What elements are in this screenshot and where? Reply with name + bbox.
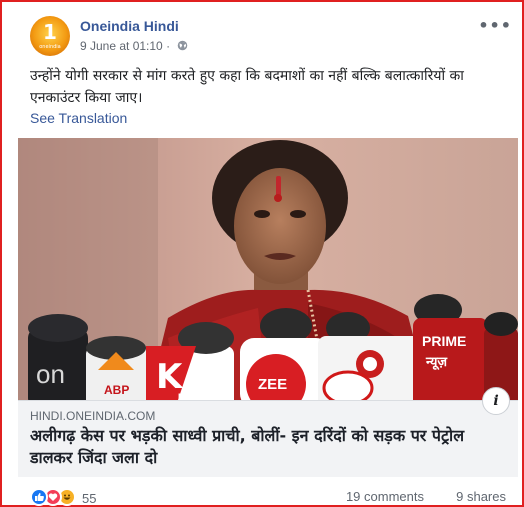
page-name-link[interactable]: Oneindia Hindi [80, 18, 179, 34]
like-icon [30, 488, 48, 506]
info-icon[interactable]: i [482, 387, 510, 415]
page-avatar[interactable]: 1 oneindia [30, 16, 70, 56]
link-domain: HINDI.ONEINDIA.COM [30, 409, 156, 423]
post-photo[interactable]: on ABP K NEWS ZEE PRIME न्यूज़ [18, 138, 518, 400]
avatar-number: 1 [43, 20, 57, 44]
link-preview[interactable]: i HINDI.ONEINDIA.COM अलीगढ़ केस पर भड़की… [18, 387, 518, 477]
post-header: 1 oneindia Oneindia Hindi 9 June at 01:1… [30, 16, 514, 56]
avatar-brand-text: oneindia [39, 44, 61, 50]
see-translation-link[interactable]: See Translation [30, 110, 127, 126]
post-footer: 55 19 comments 9 shares [30, 486, 510, 506]
mic-k-label: K [156, 357, 184, 397]
link-title[interactable]: अलीगढ़ केस पर भड़की साध्वी प्राची, बोलीं… [30, 425, 490, 469]
post-meta: 9 June at 01:10 · [80, 39, 188, 53]
mic-abp-label: ABP [104, 383, 129, 397]
mic-prime-hindi-label: न्यूज़ [425, 355, 448, 370]
photo-illustration: on ABP K NEWS ZEE PRIME न्यूज़ [18, 138, 518, 400]
mic-news-label: NEWS [178, 392, 205, 400]
mic-zee-label: ZEE [258, 376, 287, 393]
mic-on-label: on [36, 359, 65, 389]
post-card: 1 oneindia Oneindia Hindi 9 June at 01:1… [0, 0, 524, 507]
comments-count-link[interactable]: 19 comments [346, 489, 424, 504]
shares-count-link[interactable]: 9 shares [456, 489, 506, 504]
mic-prime-label: PRIME [422, 333, 466, 349]
post-timestamp[interactable]: 9 June at 01:10 [80, 39, 163, 53]
more-options-icon[interactable]: ••• [478, 16, 512, 35]
globe-icon[interactable] [177, 40, 188, 51]
post-text: उन्होंने योगी सरकार से मांग करते हुए कहा… [30, 68, 464, 106]
reaction-count: 55 [82, 491, 97, 506]
